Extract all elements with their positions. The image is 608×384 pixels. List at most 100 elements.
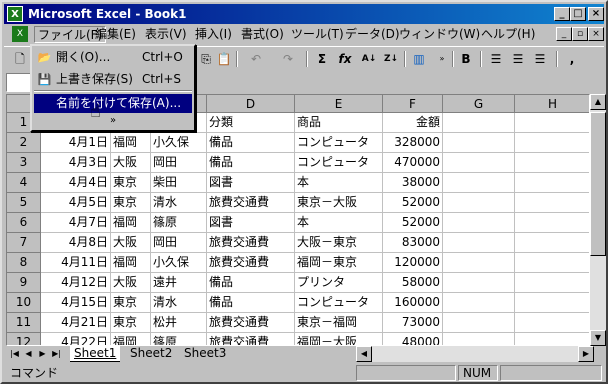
menu-tools[interactable]: ツール(T) <box>288 26 347 43</box>
maximize-button[interactable]: □ <box>570 7 586 21</box>
cell-c[interactable]: 清水 <box>151 193 207 213</box>
cell-f[interactable]: 160000 <box>383 293 443 313</box>
cell-d[interactable]: 旅費交通費 <box>207 313 295 333</box>
tab-sheet2[interactable]: Sheet2 <box>126 346 176 362</box>
scroll-thumb[interactable] <box>590 112 606 256</box>
cell-e[interactable]: 東京－福岡 <box>295 313 383 333</box>
cell-h[interactable] <box>515 113 589 133</box>
cell-b[interactable]: 東京 <box>111 293 151 313</box>
cell-h[interactable] <box>515 233 589 253</box>
cell-c[interactable]: 岡田 <box>151 233 207 253</box>
scroll-right-icon[interactable]: ▶ <box>578 346 594 362</box>
sort-descending-icon[interactable]: Z↓ <box>382 50 400 68</box>
scroll-left-icon[interactable]: ◀ <box>356 346 372 362</box>
cell-e[interactable]: コンピュータ <box>295 133 383 153</box>
cell-d[interactable]: 備品 <box>207 153 295 173</box>
menu-format[interactable]: 書式(O) <box>238 26 287 43</box>
cell-e[interactable]: 大阪－東京 <box>295 233 383 253</box>
cell-e[interactable]: 商品 <box>295 113 383 133</box>
cell-b[interactable]: 東京 <box>111 313 151 333</box>
cell-e[interactable]: 本 <box>295 173 383 193</box>
cell-h[interactable] <box>515 173 589 193</box>
row-header[interactable]: 8 <box>7 253 41 273</box>
cell-f[interactable]: 52000 <box>383 193 443 213</box>
cell-e[interactable]: 東京－大阪 <box>295 193 383 213</box>
close-button[interactable]: × <box>588 7 604 21</box>
cell-h[interactable] <box>515 273 589 293</box>
cell-c[interactable]: 岡田 <box>151 153 207 173</box>
row-header[interactable]: 7 <box>7 233 41 253</box>
menu-help[interactable]: ヘルプ(H) <box>478 26 538 43</box>
cell-e[interactable]: 本 <box>295 213 383 233</box>
cell-a[interactable]: 4月21日 <box>41 313 111 333</box>
menu-item-open[interactable]: 📂 開く(O)... Ctrl+O <box>34 48 192 67</box>
menu-insert[interactable]: 挿入(I) <box>192 26 235 43</box>
cell-g[interactable] <box>443 293 515 313</box>
align-left-icon[interactable]: ☰ <box>488 50 504 68</box>
comma-style-button[interactable]: , <box>566 50 578 68</box>
cell-b[interactable]: 福岡 <box>111 213 151 233</box>
cell-f[interactable]: 52000 <box>383 213 443 233</box>
cell-d[interactable]: 図書 <box>207 173 295 193</box>
cell-f[interactable]: 48000 <box>383 333 443 345</box>
align-right-icon[interactable]: ☰ <box>532 50 548 68</box>
cell-f[interactable]: 38000 <box>383 173 443 193</box>
cell-c[interactable]: 清水 <box>151 293 207 313</box>
cell-f[interactable]: 73000 <box>383 313 443 333</box>
copy-icon[interactable]: ⎘ <box>198 50 214 68</box>
cell-a[interactable]: 4月3日 <box>41 153 111 173</box>
cell-d[interactable]: 旅費交通費 <box>207 333 295 345</box>
cell-e[interactable]: 福岡－東京 <box>295 253 383 273</box>
column-header-g[interactable]: G <box>443 95 515 113</box>
row-header[interactable]: 11 <box>7 313 41 333</box>
column-header-d[interactable]: D <box>207 95 295 113</box>
row-header[interactable]: 3 <box>7 153 41 173</box>
cell-h[interactable] <box>515 133 589 153</box>
cell-b[interactable]: 大阪 <box>111 273 151 293</box>
row-header[interactable]: 2 <box>7 133 41 153</box>
cell-a[interactable]: 4月11日 <box>41 253 111 273</box>
vertical-scrollbar[interactable]: ▲ ▼ <box>590 94 606 346</box>
cell-h[interactable] <box>515 293 589 313</box>
cell-f[interactable]: 120000 <box>383 253 443 273</box>
cell-c[interactable]: 小久保 <box>151 133 207 153</box>
cell-c[interactable]: 篠原 <box>151 213 207 233</box>
cell-b[interactable]: 東京 <box>111 173 151 193</box>
doc-close-button[interactable]: × <box>588 27 604 41</box>
row-header[interactable]: 12 <box>7 333 41 345</box>
cell-a[interactable]: 4月12日 <box>41 273 111 293</box>
row-header[interactable]: 4 <box>7 173 41 193</box>
paste-icon[interactable]: 📋 <box>216 50 232 68</box>
minimize-button[interactable]: _ <box>554 7 570 21</box>
cell-a[interactable]: 4月8日 <box>41 233 111 253</box>
column-header-e[interactable]: E <box>295 95 383 113</box>
row-header[interactable]: 5 <box>7 193 41 213</box>
redo-icon[interactable]: ↷ <box>274 50 302 68</box>
cell-d[interactable]: 図書 <box>207 213 295 233</box>
tab-sheet1[interactable]: Sheet1 <box>70 346 121 362</box>
cell-g[interactable] <box>443 333 515 345</box>
cell-g[interactable] <box>443 253 515 273</box>
cell-d[interactable]: 備品 <box>207 293 295 313</box>
cell-f[interactable]: 金額 <box>383 113 443 133</box>
more-buttons-icon[interactable]: » <box>436 50 448 68</box>
cell-a[interactable]: 4月5日 <box>41 193 111 213</box>
cell-d[interactable]: 旅費交通費 <box>207 193 295 213</box>
sort-ascending-icon[interactable]: A↓ <box>360 50 378 68</box>
cell-g[interactable] <box>443 133 515 153</box>
cell-h[interactable] <box>515 213 589 233</box>
cell-b[interactable]: 福岡 <box>111 333 151 345</box>
cell-b[interactable]: 福岡 <box>111 133 151 153</box>
next-sheet-icon[interactable]: ▶ <box>36 347 49 361</box>
menu-view[interactable]: 表示(V) <box>142 26 190 43</box>
cell-e[interactable]: コンピュータ <box>295 293 383 313</box>
cell-h[interactable] <box>515 193 589 213</box>
scroll-down-icon[interactable]: ▼ <box>590 330 606 346</box>
excel-app-icon[interactable]: X <box>7 6 23 22</box>
cell-d[interactable]: 分類 <box>207 113 295 133</box>
menu-window[interactable]: ウィンドウ(W) <box>396 26 483 43</box>
cell-g[interactable] <box>443 113 515 133</box>
tab-sheet3[interactable]: Sheet3 <box>180 346 230 362</box>
cell-b[interactable]: 東京 <box>111 193 151 213</box>
first-sheet-icon[interactable]: |◀ <box>8 347 21 361</box>
